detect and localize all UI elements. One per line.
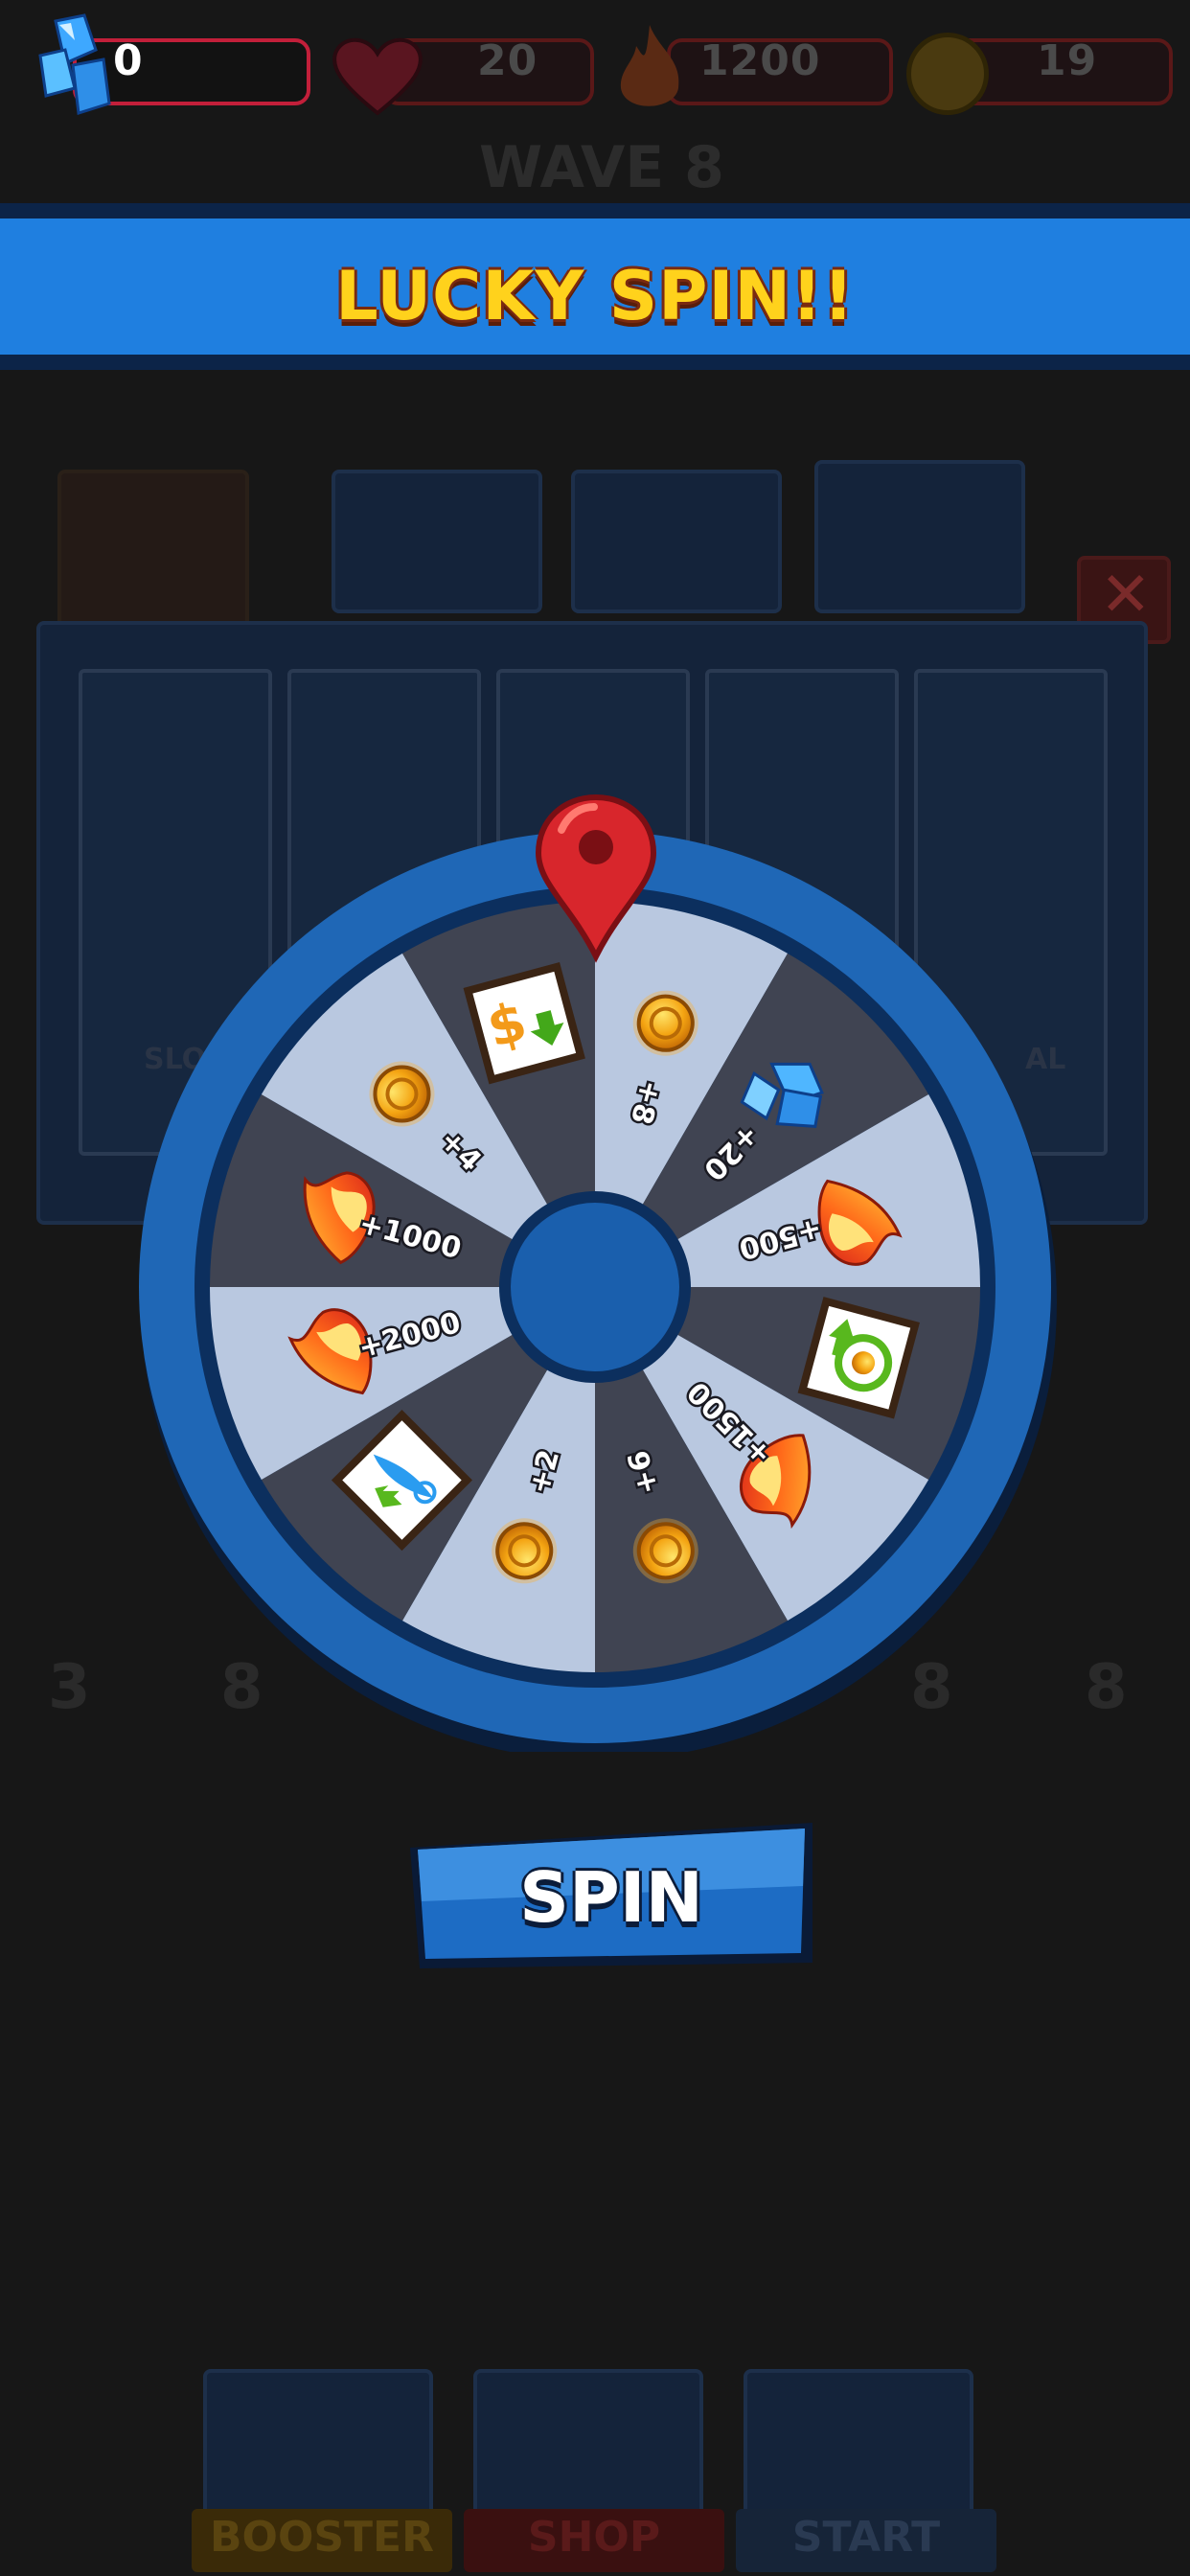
tab-shop: [57, 470, 249, 632]
booster-card: [203, 2369, 433, 2522]
spin-label: SPIN: [519, 1857, 703, 1938]
heart-icon: [332, 37, 423, 116]
close-icon: ✕: [1100, 560, 1152, 631]
fire-value: 1200: [699, 36, 821, 85]
spin-button[interactable]: SPIN: [406, 1819, 816, 1972]
map-pin-pointer: [535, 794, 657, 963]
booster-label: BOOSTER: [210, 2513, 434, 2562]
shop-card: [473, 2369, 703, 2522]
lives-value: 20: [477, 36, 538, 85]
wheel-hub: [511, 1203, 679, 1371]
coins-value: 19: [1037, 36, 1098, 85]
level-number: 3: [48, 1652, 91, 1723]
lucky-spin-banner: LUCKY SPIN!!: [0, 203, 1190, 370]
tab-reroll: [814, 460, 1025, 613]
fire-icon: [620, 25, 679, 106]
start-card: [744, 2369, 973, 2522]
wave-label: WAVE 8: [479, 134, 724, 201]
gems-value: 0: [113, 36, 144, 85]
blue-gem-icon: [38, 13, 111, 115]
tab-unlock: [571, 470, 782, 613]
gold-coin-icon: [906, 33, 989, 115]
shop-label: SHOP: [527, 2513, 661, 2562]
start-label: START: [791, 2513, 941, 2562]
tab-upgrade: [332, 470, 542, 613]
banner-title: LUCKY SPIN!!: [335, 257, 855, 335]
level-number: 8: [1085, 1652, 1128, 1723]
